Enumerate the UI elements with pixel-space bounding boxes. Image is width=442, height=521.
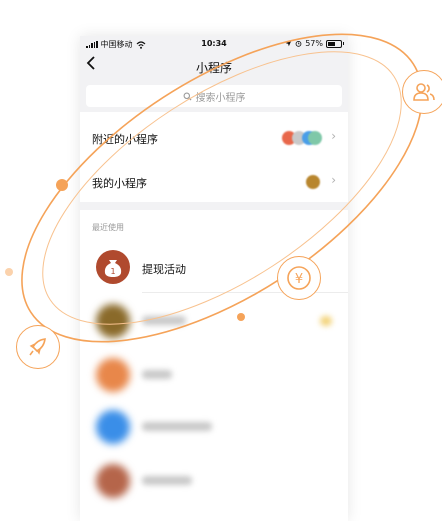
orbit-dot <box>56 179 68 191</box>
yuan-symbol: ¥ <box>295 272 303 287</box>
orbit-decoration <box>5 33 423 343</box>
rocket-icon <box>16 325 60 369</box>
rocket-icon-svg <box>29 338 46 356</box>
orbit-dot <box>237 313 245 321</box>
users-icon-svg <box>413 83 435 101</box>
orbit-dot <box>5 268 13 276</box>
yuan-coin-icon-svg: ¥ <box>287 266 311 290</box>
users-icon <box>402 70 442 114</box>
yuan-coin-icon: ¥ <box>277 256 321 300</box>
